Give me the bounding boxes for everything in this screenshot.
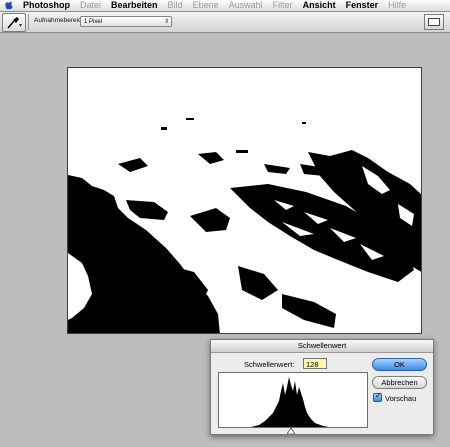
- threshold-slider-handle[interactable]: [287, 428, 295, 434]
- menu-app-photoshop[interactable]: Photoshop: [15, 0, 75, 11]
- ok-button[interactable]: OK: [372, 358, 427, 371]
- menu-filter[interactable]: Filter: [268, 0, 298, 11]
- menu-bar: Photoshop Datei Bearbeiten Bild Ebene Au…: [0, 0, 450, 12]
- document-canvas[interactable]: [67, 67, 422, 334]
- toolbar-divider: [28, 14, 29, 30]
- menu-datei[interactable]: Datei: [75, 0, 106, 11]
- preview-checkbox[interactable]: ✓: [373, 391, 382, 402]
- menu-auswahl[interactable]: Auswahl: [224, 0, 268, 11]
- apple-menu-icon[interactable]: [3, 0, 15, 11]
- histogram-graph: [251, 377, 329, 427]
- options-bar: Aufnahmebereich: 1 Pixel ⇕: [0, 12, 450, 33]
- palette-icon: [428, 18, 440, 26]
- select-arrows-icon: ⇕: [163, 19, 169, 25]
- threshold-image: [68, 68, 421, 333]
- menu-hilfe[interactable]: Hilfe: [383, 0, 411, 11]
- histogram: [218, 372, 368, 428]
- threshold-value-input[interactable]: 128: [303, 358, 327, 369]
- checkmark-icon: ✓: [375, 391, 382, 400]
- preview-label: Vorschau: [385, 394, 417, 403]
- palette-well-button[interactable]: [424, 14, 444, 30]
- threshold-label: Schwellenwert:: [244, 360, 295, 369]
- menu-ebene[interactable]: Ebene: [188, 0, 224, 11]
- eyedropper-icon: [7, 17, 22, 29]
- sample-size-select[interactable]: 1 Pixel ⇕: [80, 16, 172, 27]
- dialog-title: Schwellenwert: [211, 340, 433, 353]
- sample-size-value: 1 Pixel: [84, 19, 103, 25]
- sample-size-label: Aufnahmebereich:: [34, 17, 87, 24]
- menu-bearbeiten[interactable]: Bearbeiten: [106, 0, 163, 11]
- eyedropper-tool-preset[interactable]: [2, 13, 26, 32]
- cancel-button[interactable]: Abbrechen: [372, 376, 427, 389]
- menu-fenster[interactable]: Fenster: [341, 0, 384, 11]
- menu-bild[interactable]: Bild: [163, 0, 188, 11]
- menu-ansicht[interactable]: Ansicht: [298, 0, 341, 11]
- threshold-dialog: Schwellenwert Schwellenwert: 128 OK Abbr…: [210, 339, 434, 435]
